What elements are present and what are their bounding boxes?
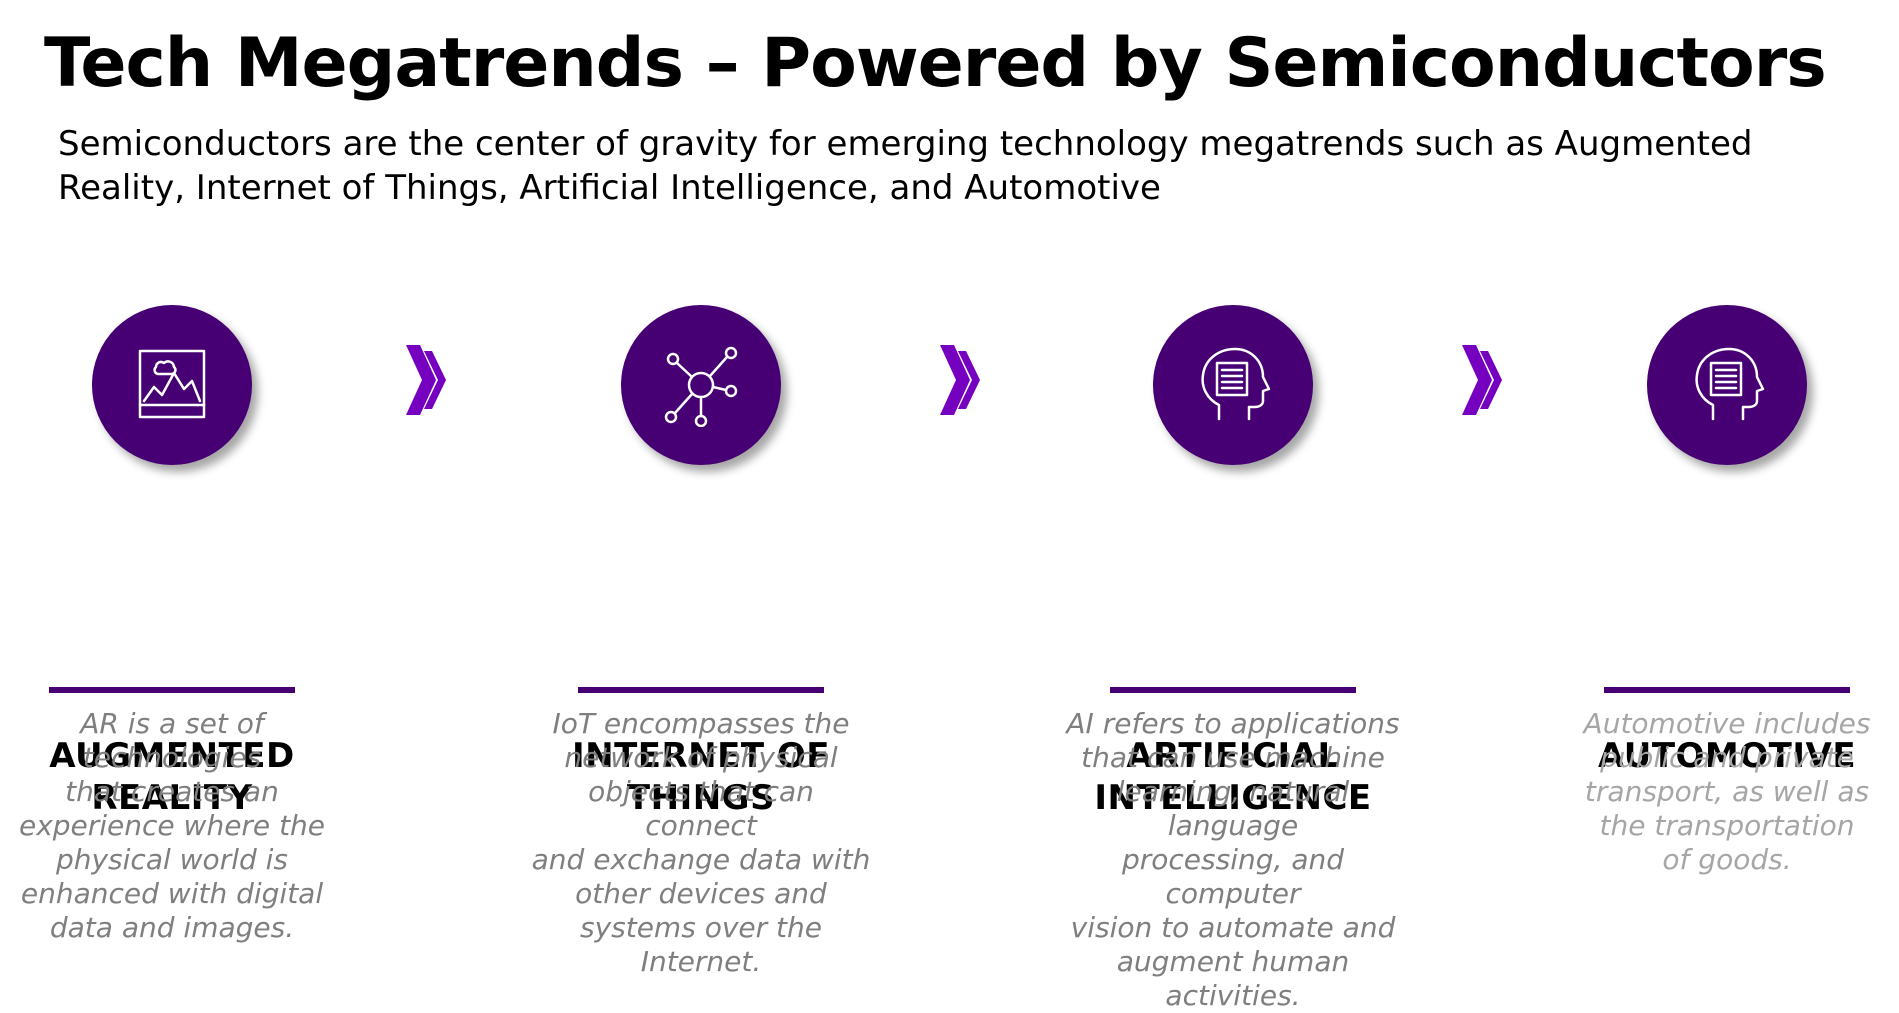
page-subtitle: Semiconductors are the center of gravity…	[58, 124, 1753, 208]
trend-icon-circle	[621, 305, 781, 465]
trend-icon-circle	[1153, 305, 1313, 465]
network-nodes-icon	[664, 346, 738, 427]
section-divider	[1110, 687, 1356, 693]
head-document-icon	[1695, 347, 1765, 421]
trend-icon-circle	[92, 305, 252, 465]
chevron-right-icon	[406, 345, 446, 415]
section-divider	[49, 687, 295, 693]
image-landscape-icon	[138, 349, 206, 419]
trend-description: IoT encompasses the network of physical …	[531, 707, 871, 978]
trend-description: Automotive includes public and private t…	[1583, 707, 1871, 876]
section-divider	[1604, 687, 1850, 693]
chevron-right-icon	[940, 345, 980, 415]
trend-description: AR is a set of technologies that creates…	[18, 707, 326, 944]
chevron-right-icon	[1462, 345, 1502, 415]
section-divider	[578, 687, 824, 693]
page-title: Tech Megatrends – Powered by Semiconduct…	[44, 24, 1827, 103]
head-document-icon	[1201, 347, 1271, 421]
trend-icon-circle	[1647, 305, 1807, 465]
trend-description: AI refers to applications that can use m…	[1066, 707, 1400, 1012]
